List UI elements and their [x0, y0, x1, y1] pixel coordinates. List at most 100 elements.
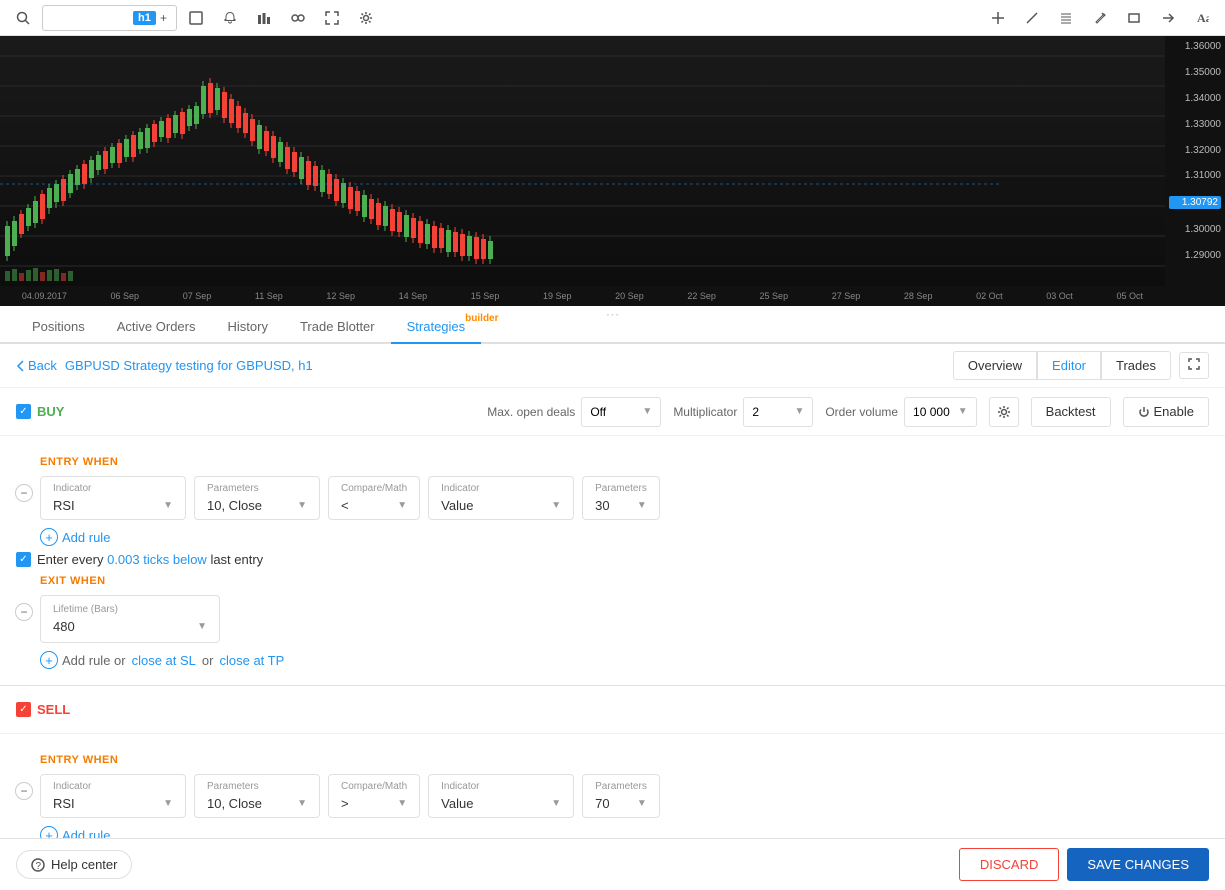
max-open-deals-select[interactable]: Off ▼ [581, 397, 661, 427]
tab-strategies[interactable]: Strategies builder [391, 311, 482, 344]
svg-text:Aa: Aa [1197, 11, 1209, 25]
plus-icon: + [160, 13, 170, 23]
price-1.29000: 1.29000 [1169, 250, 1221, 261]
symbol-input-container[interactable]: GBPUSD h1 + [42, 5, 177, 31]
svg-text:?: ? [36, 861, 42, 872]
buy-rule-remove-button[interactable]: − [15, 484, 33, 502]
buy-close-tp-link[interactable]: close at TP [219, 653, 284, 668]
tab-trade-blotter[interactable]: Trade Blotter [284, 311, 391, 344]
sell-indicator2-group: Indicator Value ▼ [428, 774, 574, 818]
buy-add-rule-or-text: Add rule or [62, 653, 126, 668]
enable-button[interactable]: Enable [1123, 397, 1209, 427]
search-button[interactable] [8, 5, 38, 31]
sell-rule-line: − [16, 774, 32, 800]
price-1.33000: 1.33000 [1169, 119, 1221, 130]
buy-entry-every-row: Enter every 0.003 ticks below last entry [16, 552, 1209, 567]
buy-exit-rule-value[interactable]: 480 ▼ [53, 619, 207, 634]
settings-button[interactable] [351, 5, 381, 31]
save-changes-button[interactable]: SAVE CHANGES [1067, 848, 1209, 881]
buy-add-rule-button[interactable]: + Add rule [40, 528, 110, 546]
discard-button[interactable]: DISCARD [959, 848, 1060, 881]
chart-area[interactable]: GREAT BRITAIN POUND VS US DOLLAR, h1 O: … [0, 36, 1225, 306]
panel-drag-handle[interactable]: ⋯ [606, 306, 620, 323]
alert-button[interactable] [215, 5, 245, 31]
fibonacci-button[interactable] [1051, 5, 1081, 31]
sell-rule-remove-button[interactable]: − [15, 782, 33, 800]
back-button[interactable]: Back [16, 358, 65, 373]
symbol-input[interactable]: GBPUSD [49, 10, 129, 25]
buy-entry-every-checkbox[interactable] [16, 552, 31, 567]
trades-button[interactable]: Trades [1101, 351, 1171, 380]
order-volume-select[interactable]: 10 000 ▼ [904, 397, 977, 427]
buy-exit-rule-row: − Lifetime (Bars) 480 ▼ [16, 595, 1209, 643]
overview-button[interactable]: Overview [953, 351, 1037, 380]
backtest-button[interactable]: Backtest [1031, 397, 1111, 427]
fullscreen-button[interactable] [317, 5, 347, 31]
buy-close-sl-link[interactable]: close at SL [132, 653, 196, 668]
editor-button[interactable]: Editor [1037, 351, 1101, 380]
sell-checkbox[interactable] [16, 702, 31, 717]
price-1.36000: 1.36000 [1169, 41, 1221, 52]
buy-indicator-select[interactable]: RSI ▼ [53, 498, 173, 513]
sell-indicator-chevron-icon: ▼ [163, 798, 173, 809]
buy-checkbox[interactable] [16, 404, 31, 419]
chart-type-button[interactable] [249, 5, 279, 31]
sell-indicator2-select[interactable]: Value ▼ [441, 796, 561, 811]
buy-indicator2-select[interactable]: Value ▼ [441, 498, 561, 513]
buy-compare-label: Compare/Math [341, 483, 407, 494]
candlestick-chart[interactable] [0, 36, 1165, 286]
date-3: 11 Sep [255, 291, 283, 301]
sell-toggle: SELL [16, 702, 70, 717]
expand-button[interactable] [1179, 352, 1209, 379]
bell-icon [223, 11, 237, 25]
date-12: 28 Sep [904, 291, 933, 301]
date-6: 15 Sep [471, 291, 500, 301]
strategy-gear-button[interactable] [989, 397, 1019, 427]
sell-compare-select[interactable]: > ▼ [341, 796, 407, 811]
max-deals-chevron-icon: ▼ [642, 406, 652, 417]
buy-entry-every-text: Enter every 0.003 ticks below last entry [37, 552, 263, 567]
buy-params2-chevron-icon: ▼ [637, 500, 647, 511]
buy-compare-chevron-icon: ▼ [397, 500, 407, 511]
buy-parameters-group: Parameters 10, Close ▼ [194, 476, 320, 520]
price-1.32000: 1.32000 [1169, 145, 1221, 156]
crosshair-icon [991, 11, 1005, 25]
compare-button[interactable] [283, 5, 313, 31]
tab-history[interactable]: History [212, 311, 284, 344]
brush-button[interactable] [1085, 5, 1115, 31]
tab-bar: ⋯ Positions Active Orders History Trade … [0, 306, 1225, 344]
sell-indicator-select[interactable]: RSI ▼ [53, 796, 173, 811]
sell-parameters-select[interactable]: 10, Close ▼ [207, 796, 307, 811]
barchart-icon [257, 11, 271, 25]
sell-parameters-group: Parameters 10, Close ▼ [194, 774, 320, 818]
price-1.31000: 1.31000 [1169, 170, 1221, 181]
buy-parameters-select[interactable]: 10, Close ▼ [207, 498, 307, 513]
crosshair-button[interactable] [983, 5, 1013, 31]
buy-parameters2-select[interactable]: 30 ▼ [595, 498, 647, 513]
date-7: 19 Sep [543, 291, 572, 301]
buy-compare-select[interactable]: < ▼ [341, 498, 407, 513]
sell-indicator-group: Indicator RSI ▼ [40, 774, 186, 818]
date-4: 12 Sep [326, 291, 355, 301]
buy-params-chevron-icon: ▼ [297, 500, 307, 511]
buy-add-exit-rule-button[interactable]: + Add rule or [40, 651, 126, 669]
arrow-right-button[interactable] [1153, 5, 1183, 31]
trendline-button[interactable] [1017, 5, 1047, 31]
buy-editor-content: ENTRY WHEN − Indicator RSI ▼ [0, 436, 1225, 685]
text-tool-button[interactable]: Aa [1187, 5, 1217, 31]
multiplicator-select[interactable]: 2 ▼ [743, 397, 813, 427]
buy-entry-every-link[interactable]: 0.003 ticks below [107, 552, 207, 567]
sell-indicator2-label: Indicator [441, 781, 561, 792]
help-icon: ? [31, 858, 45, 872]
vol-chevron-icon: ▼ [958, 406, 968, 417]
help-center-button[interactable]: ? Help center [16, 850, 132, 879]
cursor-button[interactable] [181, 5, 211, 31]
fibonacci-icon [1059, 11, 1073, 25]
tab-positions[interactable]: Positions [16, 311, 101, 344]
tab-active-orders[interactable]: Active Orders [101, 311, 212, 344]
buy-add-rule-row: + Add rule [40, 528, 1209, 546]
sell-parameters2-select[interactable]: 70 ▼ [595, 796, 647, 811]
sell-parameters-label: Parameters [207, 781, 307, 792]
buy-exit-rule-remove-button[interactable]: − [15, 603, 33, 621]
rectangle-tool-button[interactable] [1119, 5, 1149, 31]
